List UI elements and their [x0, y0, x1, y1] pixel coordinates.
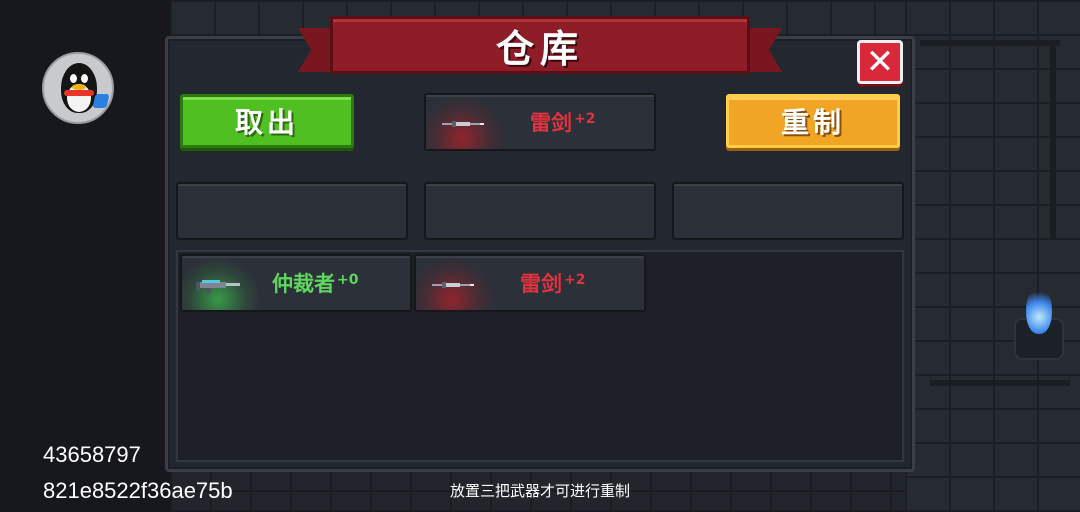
- remake-slot-3[interactable]: [672, 182, 904, 240]
- inventory-item[interactable]: 仲裁者 +0: [180, 254, 412, 312]
- close-icon: ✕: [865, 42, 895, 82]
- remake-hint: 放置三把武器才可进行重制: [449, 482, 630, 500]
- sword-icon: [442, 121, 484, 127]
- qq-penguin-icon: [92, 94, 110, 108]
- rifle-icon: [196, 280, 240, 293]
- remake-button[interactable]: 重制: [726, 94, 900, 148]
- sword-icon: [432, 282, 474, 288]
- wall-seam: [930, 380, 1070, 386]
- wall-seam: [920, 40, 1060, 46]
- inventory-weapon-name: 雷剑 +2: [520, 272, 586, 296]
- user-id-number: 43658797: [43, 442, 141, 467]
- wall-seam: [1050, 40, 1056, 240]
- panel-title: 仓库: [495, 26, 584, 71]
- blue-flame-icon: [1026, 286, 1052, 334]
- remake-slot-2[interactable]: [424, 182, 656, 240]
- preview-slot[interactable]: 雷剑 +2: [424, 93, 656, 151]
- inventory-weapon-name: 仲裁者 +0: [272, 272, 359, 296]
- take-out-button[interactable]: 取出: [180, 94, 354, 148]
- title-banner: 仓库: [330, 16, 750, 74]
- inventory-item[interactable]: 雷剑 +2: [414, 254, 646, 312]
- close-button[interactable]: ✕: [857, 40, 903, 84]
- avatar[interactable]: [42, 52, 114, 124]
- preview-weapon-name: 雷剑 +2: [530, 111, 596, 135]
- remake-slot-1[interactable]: [176, 182, 408, 240]
